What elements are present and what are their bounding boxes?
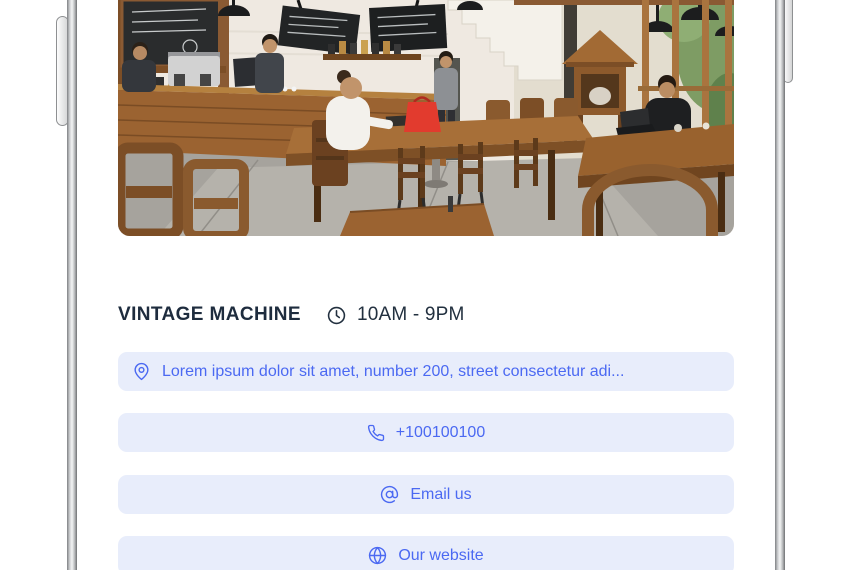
email-label: Email us	[410, 485, 472, 503]
phone-icon	[367, 424, 384, 441]
business-photo	[118, 0, 734, 236]
page: VINTAGE MACHINE 10AM - 9PM Lorem ipsum d…	[0, 0, 852, 570]
phone-number-label: +100100100	[395, 423, 486, 441]
website-label: Our website	[398, 546, 484, 564]
clock-icon	[327, 306, 346, 325]
business-hours: 10AM - 9PM	[356, 304, 465, 325]
business-header: VINTAGE MACHINE 10AM - 9PM	[118, 301, 465, 329]
phone-left-rail	[67, 0, 77, 570]
address-button[interactable]: Lorem ipsum dolor sit amet, number 200, …	[118, 352, 734, 391]
cafe-photo-illustration	[118, 0, 734, 236]
website-button[interactable]: Our website	[118, 536, 734, 570]
location-pin-icon	[134, 362, 149, 381]
phone-screen: VINTAGE MACHINE 10AM - 9PM Lorem ipsum d…	[101, 0, 751, 570]
at-icon	[381, 485, 399, 504]
call-button[interactable]: +100100100	[118, 413, 734, 452]
email-button[interactable]: Email us	[118, 475, 734, 514]
address-label: Lorem ipsum dolor sit amet, number 200, …	[162, 362, 625, 380]
phone-right-rail	[775, 0, 785, 570]
globe-icon	[369, 546, 387, 565]
business-name: VINTAGE MACHINE	[118, 304, 301, 325]
